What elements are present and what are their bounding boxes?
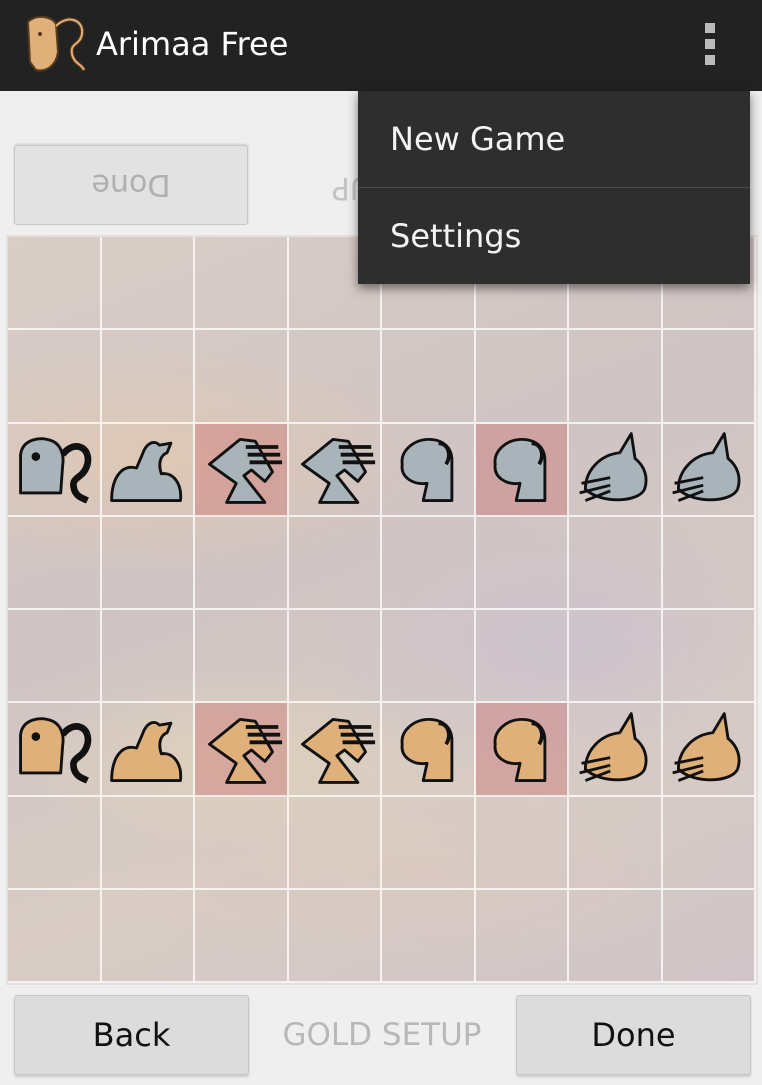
overflow-menu: New Game Settings <box>358 91 750 284</box>
gold-dog-piece-icon[interactable] <box>385 706 471 792</box>
gold-setup-label: GOLD SETUP <box>282 1017 482 1053</box>
board-square[interactable] <box>569 423 663 517</box>
board-square[interactable] <box>195 423 289 517</box>
overflow-menu-icon[interactable] <box>690 18 730 70</box>
board-square[interactable] <box>101 610 195 704</box>
board-square[interactable] <box>475 330 569 424</box>
board-square[interactable] <box>101 703 195 797</box>
action-bar: Arimaa Free <box>0 0 762 91</box>
board-square[interactable] <box>195 516 289 610</box>
board-square[interactable] <box>569 516 663 610</box>
board-square[interactable] <box>382 516 476 610</box>
gold-horse-piece-icon[interactable] <box>198 706 284 792</box>
board-square[interactable] <box>288 796 382 890</box>
silver-horse-piece-icon[interactable] <box>291 426 377 512</box>
board-square[interactable] <box>569 889 663 983</box>
board-square[interactable] <box>288 703 382 797</box>
silver-elephant-piece-icon[interactable] <box>11 426 97 512</box>
board-square[interactable] <box>195 330 289 424</box>
board-square[interactable] <box>475 610 569 704</box>
board-square[interactable] <box>288 516 382 610</box>
done-button[interactable]: Done <box>516 995 751 1075</box>
board-square[interactable] <box>662 330 756 424</box>
board-square[interactable] <box>382 610 476 704</box>
board-square[interactable] <box>101 330 195 424</box>
gold-elephant-piece-icon[interactable] <box>11 706 97 792</box>
board-square[interactable] <box>101 796 195 890</box>
board-square[interactable] <box>475 423 569 517</box>
board-square[interactable] <box>475 516 569 610</box>
gold-cat-piece-icon[interactable] <box>572 706 658 792</box>
board-grid <box>8 237 756 983</box>
menu-item-settings[interactable]: Settings <box>358 187 750 283</box>
silver-cat-piece-icon[interactable] <box>572 426 658 512</box>
board-square[interactable] <box>662 703 756 797</box>
board-square[interactable] <box>8 703 102 797</box>
board-square[interactable] <box>662 516 756 610</box>
opponent-done-button[interactable]: Done <box>14 145 248 225</box>
board-square[interactable] <box>195 703 289 797</box>
board-square[interactable] <box>8 516 102 610</box>
silver-dog-piece-icon[interactable] <box>385 426 471 512</box>
board-square[interactable] <box>475 796 569 890</box>
gold-dog-piece-icon[interactable] <box>478 706 564 792</box>
board-square[interactable] <box>382 423 476 517</box>
board-square[interactable] <box>288 610 382 704</box>
app-title: Arimaa Free <box>96 25 289 63</box>
board-square[interactable] <box>8 610 102 704</box>
gold-camel-piece-icon[interactable] <box>104 706 190 792</box>
board-square[interactable] <box>569 796 663 890</box>
board-square[interactable] <box>8 237 102 331</box>
elephant-logo-icon <box>26 16 86 72</box>
board-square[interactable] <box>662 796 756 890</box>
player-panel: Back GOLD SETUP Done <box>0 987 762 1085</box>
board-square[interactable] <box>8 330 102 424</box>
board-square[interactable] <box>8 423 102 517</box>
board-square[interactable] <box>662 889 756 983</box>
board-square[interactable] <box>195 796 289 890</box>
back-button[interactable]: Back <box>14 995 249 1075</box>
silver-horse-piece-icon[interactable] <box>198 426 284 512</box>
board-square[interactable] <box>101 423 195 517</box>
board-square[interactable] <box>382 889 476 983</box>
board-square[interactable] <box>662 423 756 517</box>
board-square[interactable] <box>569 330 663 424</box>
board-square[interactable] <box>475 703 569 797</box>
menu-item-new-game[interactable]: New Game <box>358 91 750 187</box>
game-board <box>6 235 758 985</box>
board-square[interactable] <box>195 610 289 704</box>
board-square[interactable] <box>382 796 476 890</box>
gold-cat-piece-icon[interactable] <box>665 706 751 792</box>
silver-dog-piece-icon[interactable] <box>478 426 564 512</box>
app-screen: Arimaa Free Done SETUP Back GOLD SETUP D… <box>0 0 762 1085</box>
board-square[interactable] <box>288 889 382 983</box>
board-square[interactable] <box>8 889 102 983</box>
board-square[interactable] <box>569 703 663 797</box>
board-square[interactable] <box>195 237 289 331</box>
silver-camel-piece-icon[interactable] <box>104 426 190 512</box>
board-square[interactable] <box>288 330 382 424</box>
board-square[interactable] <box>101 889 195 983</box>
board-square[interactable] <box>569 610 663 704</box>
board-square[interactable] <box>382 703 476 797</box>
gold-horse-piece-icon[interactable] <box>291 706 377 792</box>
board-square[interactable] <box>195 889 289 983</box>
board-square[interactable] <box>662 610 756 704</box>
board-square[interactable] <box>382 330 476 424</box>
board-square[interactable] <box>101 237 195 331</box>
board-square[interactable] <box>8 796 102 890</box>
board-square[interactable] <box>101 516 195 610</box>
board-square[interactable] <box>475 889 569 983</box>
board-square[interactable] <box>288 423 382 517</box>
silver-cat-piece-icon[interactable] <box>665 426 751 512</box>
